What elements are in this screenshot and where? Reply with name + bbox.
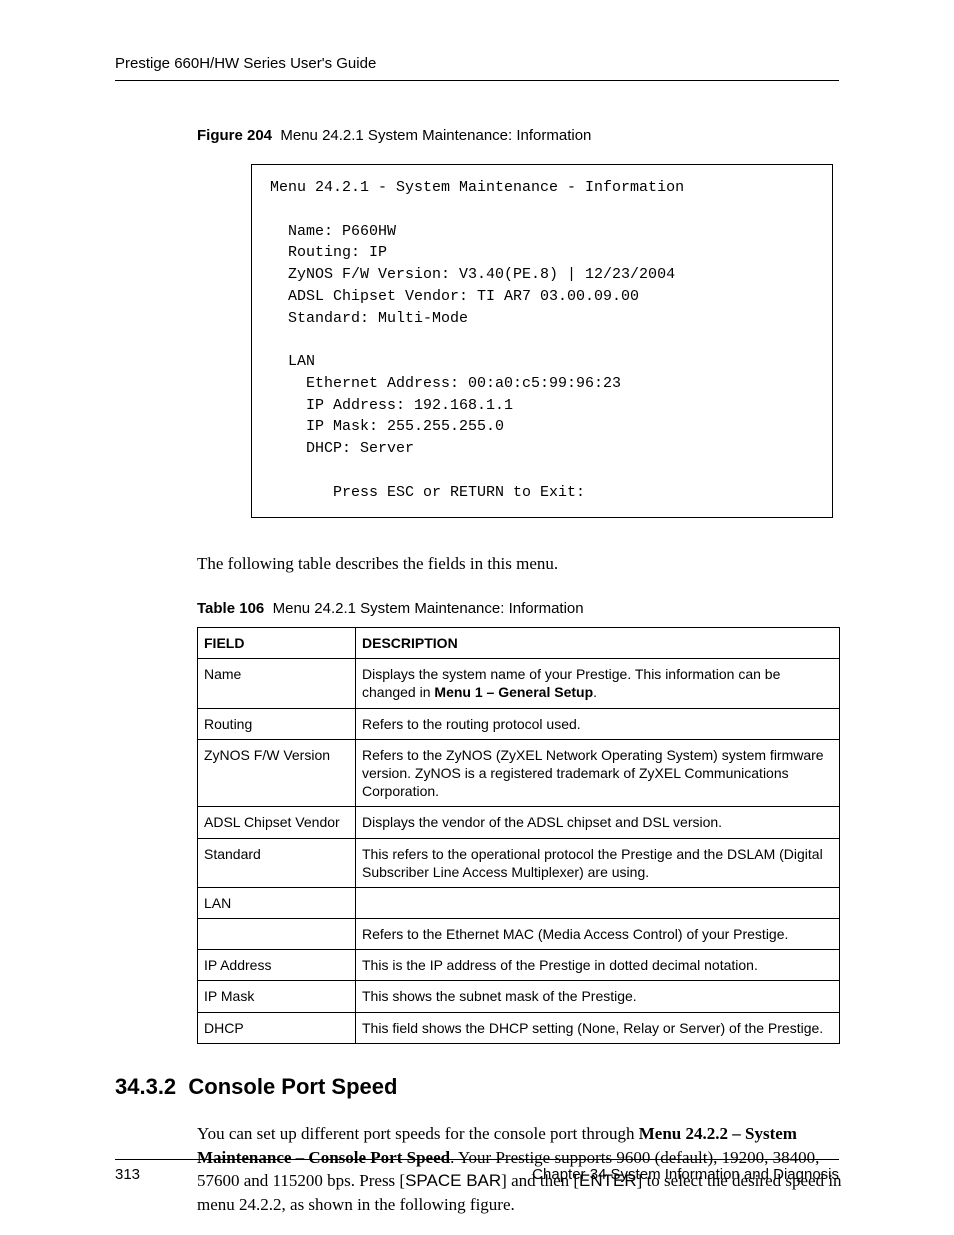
- table-row: IP Mask This shows the subnet mask of th…: [198, 981, 840, 1012]
- running-header: Prestige 660H/HW Series User's Guide: [115, 55, 839, 81]
- cell-desc: This is the IP address of the Prestige i…: [356, 950, 840, 981]
- terminal-output: Menu 24.2.1 - System Maintenance - Infor…: [251, 164, 833, 518]
- table-row: LAN: [198, 887, 840, 918]
- table-row: ADSL Chipset Vendor Displays the vendor …: [198, 807, 840, 838]
- table-header-row: FIELD DESCRIPTION: [198, 628, 840, 659]
- table-row: DHCP This field shows the DHCP setting (…: [198, 1012, 840, 1043]
- cell-field: IP Address: [198, 950, 356, 981]
- table-row: Routing Refers to the routing protocol u…: [198, 708, 840, 739]
- intro-paragraph: The following table describes the fields…: [197, 552, 839, 576]
- cell-desc: Refers to the ZyNOS (ZyXEL Network Opera…: [356, 739, 840, 807]
- table-row: ZyNOS F/W Version Refers to the ZyNOS (Z…: [198, 739, 840, 807]
- page-footer: 313 Chapter 34 System Information and Di…: [115, 1159, 839, 1183]
- cell-field: DHCP: [198, 1012, 356, 1043]
- cell-desc: Displays the vendor of the ADSL chipset …: [356, 807, 840, 838]
- cell-field: Routing: [198, 708, 356, 739]
- table-row: Refers to the Ethernet MAC (Media Access…: [198, 919, 840, 950]
- cell-desc: Refers to the Ethernet MAC (Media Access…: [356, 919, 840, 950]
- table-row: IP Address This is the IP address of the…: [198, 950, 840, 981]
- cell-field: [198, 919, 356, 950]
- section-number: 34.3.2: [115, 1074, 176, 1099]
- figure-caption-text: Menu 24.2.1 System Maintenance: Informat…: [280, 127, 591, 144]
- cell-field: LAN: [198, 887, 356, 918]
- cell-desc: [356, 887, 840, 918]
- cell-desc: Displays the system name of your Prestig…: [356, 659, 840, 708]
- cell-desc: This field shows the DHCP setting (None,…: [356, 1012, 840, 1043]
- table-caption-text: Menu 24.2.1 System Maintenance: Informat…: [273, 600, 584, 617]
- table-caption: Table 106 Menu 24.2.1 System Maintenance…: [197, 600, 839, 617]
- cell-field: ADSL Chipset Vendor: [198, 807, 356, 838]
- figure-label: Figure 204: [197, 127, 272, 144]
- cell-desc: This shows the subnet mask of the Presti…: [356, 981, 840, 1012]
- th-description: DESCRIPTION: [356, 628, 840, 659]
- table-row: Standard This refers to the operational …: [198, 838, 840, 887]
- table-label: Table 106: [197, 600, 264, 617]
- cell-field: Name: [198, 659, 356, 708]
- figure-caption: Figure 204 Menu 24.2.1 System Maintenanc…: [197, 127, 839, 144]
- th-field: FIELD: [198, 628, 356, 659]
- page-number: 313: [115, 1166, 140, 1183]
- cell-desc: Refers to the routing protocol used.: [356, 708, 840, 739]
- info-table: FIELD DESCRIPTION Name Displays the syst…: [197, 627, 840, 1044]
- cell-field: IP Mask: [198, 981, 356, 1012]
- table-row: Name Displays the system name of your Pr…: [198, 659, 840, 708]
- cell-desc: This refers to the operational protocol …: [356, 838, 840, 887]
- cell-field: ZyNOS F/W Version: [198, 739, 356, 807]
- section-heading: 34.3.2 Console Port Speed: [115, 1074, 839, 1100]
- cell-field: Standard: [198, 838, 356, 887]
- section-title: Console Port Speed: [188, 1074, 397, 1099]
- chapter-label: Chapter 34 System Information and Diagno…: [532, 1166, 839, 1183]
